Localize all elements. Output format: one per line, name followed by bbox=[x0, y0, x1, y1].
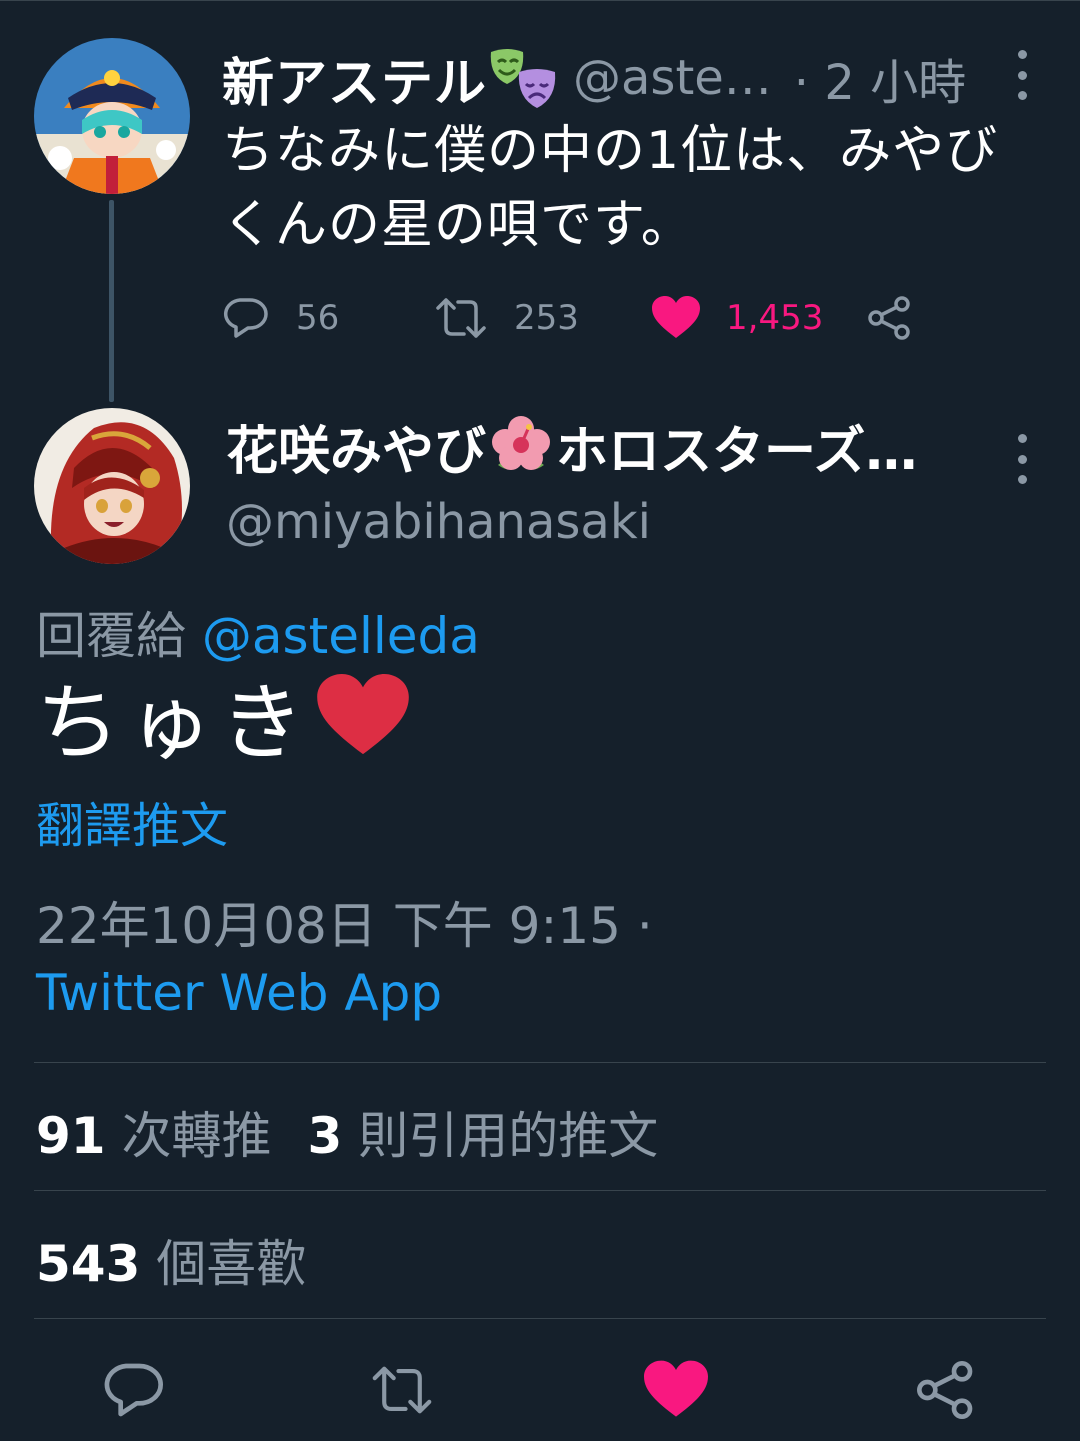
parent-display-name[interactable]: 新アステル bbox=[222, 41, 487, 116]
parent-retweet-button[interactable]: 253 bbox=[434, 288, 579, 348]
retweets-stat[interactable]: 91 次轉推 bbox=[36, 1107, 272, 1165]
main-tweet-text: ちゅき bbox=[36, 668, 410, 772]
thread-connector-line bbox=[109, 200, 114, 402]
tweet-detail-page: 新アステル @aste… · 2 小時 ちなみに僕の中の1位は、みやびくんの星の… bbox=[0, 0, 1080, 1441]
quotes-stat[interactable]: 3 則引用的推文 bbox=[308, 1107, 659, 1165]
tweet-source-link[interactable]: Twitter Web App bbox=[36, 964, 442, 1022]
heart-icon bbox=[652, 296, 700, 338]
main-retweet-button[interactable] bbox=[370, 1358, 434, 1422]
quote-count: 3 bbox=[307, 1107, 343, 1165]
avatar-miyabi[interactable] bbox=[34, 408, 190, 564]
main-share-button[interactable] bbox=[914, 1358, 978, 1422]
main-display-name-suffix: ホロスターズ… bbox=[556, 421, 918, 482]
parent-tweet-text: ちなみに僕の中の1位は、みやびくんの星の唄です。 bbox=[222, 121, 999, 255]
share-icon bbox=[868, 296, 910, 340]
red-heart-emoji-icon bbox=[317, 674, 409, 755]
translate-tweet-link[interactable]: 翻譯推文 bbox=[36, 786, 228, 856]
retweet-label: 次轉推 bbox=[121, 1107, 272, 1165]
main-display-name-row[interactable]: 花咲みやび ホロスターズ… bbox=[226, 410, 986, 482]
share-icon bbox=[917, 1361, 973, 1419]
avatar-astel[interactable] bbox=[34, 38, 190, 194]
avatar-astel-image bbox=[34, 38, 190, 194]
parent-like-count: 1,453 bbox=[726, 298, 824, 338]
divider bbox=[34, 1318, 1046, 1319]
parent-share-button[interactable] bbox=[866, 288, 914, 348]
main-reply-button[interactable] bbox=[102, 1358, 166, 1422]
parent-action-bar: 56 253 1,453 bbox=[222, 288, 942, 348]
parent-reply-button[interactable]: 56 bbox=[222, 288, 339, 348]
parent-reply-count: 56 bbox=[296, 298, 340, 338]
retweet-count: 91 bbox=[36, 1107, 106, 1165]
parent-handle[interactable]: @aste… bbox=[573, 50, 772, 106]
tweet-timestamp[interactable]: 22年10月08日 下午 9:15 · bbox=[36, 886, 653, 958]
main-display-name: 花咲みやび bbox=[226, 421, 487, 482]
retweet-quote-stats: 91 次轉推 3 則引用的推文 bbox=[36, 1096, 658, 1168]
retweet-icon bbox=[436, 298, 486, 338]
reply-icon bbox=[104, 1363, 163, 1417]
main-handle[interactable]: @miyabihanasaki bbox=[226, 494, 651, 550]
top-divider bbox=[0, 0, 1080, 4]
parent-tweet-header: 新アステル @aste… · 2 小時 bbox=[222, 40, 1042, 116]
heart-icon bbox=[644, 1360, 708, 1417]
retweet-icon bbox=[372, 1366, 432, 1414]
main-like-button[interactable] bbox=[644, 1358, 708, 1422]
parent-more-icon[interactable] bbox=[1010, 50, 1034, 100]
parent-timestamp[interactable]: · 2 小時 bbox=[794, 43, 966, 113]
divider bbox=[34, 1062, 1046, 1063]
reply-icon bbox=[223, 298, 268, 338]
parent-like-button[interactable]: 1,453 bbox=[652, 288, 823, 348]
main-action-bar bbox=[0, 1350, 1080, 1430]
theater-masks-emoji-icon bbox=[490, 49, 556, 108]
avatar-miyabi-image bbox=[34, 408, 190, 564]
parent-retweet-count: 253 bbox=[514, 298, 579, 338]
main-more-icon[interactable] bbox=[1010, 434, 1034, 484]
main-tweet-text-body: ちゅき bbox=[36, 673, 313, 772]
quote-label: 則引用的推文 bbox=[358, 1107, 659, 1165]
divider bbox=[34, 1190, 1046, 1191]
hibiscus-emoji-icon bbox=[492, 416, 551, 470]
likes-stat[interactable]: 543 個喜歡 bbox=[36, 1224, 306, 1296]
like-count: 543 bbox=[36, 1235, 141, 1293]
like-label: 個喜歡 bbox=[156, 1235, 307, 1293]
